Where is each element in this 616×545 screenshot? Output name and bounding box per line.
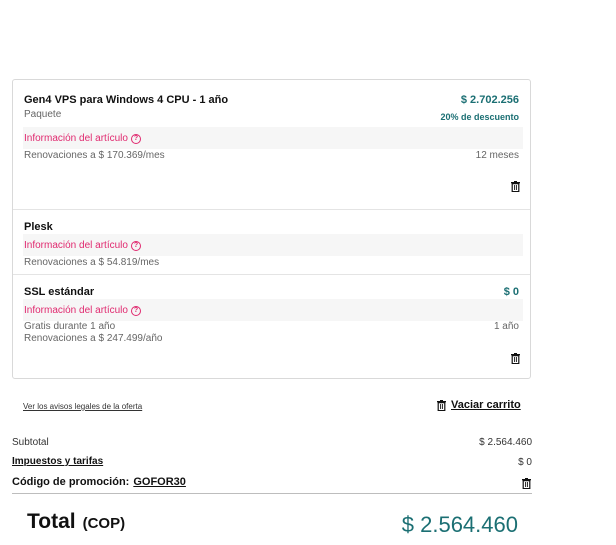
- item-price: $ 0: [503, 286, 519, 298]
- item-info-link[interactable]: Información del artículo ?: [24, 305, 141, 316]
- item-term: 1 año: [493, 321, 519, 332]
- item-info-link[interactable]: Información del artículo ?: [24, 240, 141, 251]
- trash-icon[interactable]: [511, 353, 520, 364]
- item-subtitle: Paquete: [24, 109, 62, 120]
- item-divider: [13, 274, 530, 275]
- item-divider: [13, 209, 530, 210]
- trash-icon: [437, 399, 446, 411]
- empty-cart-label[interactable]: Vaciar carrito: [451, 399, 521, 411]
- item-info-link[interactable]: Información del artículo ?: [24, 133, 141, 144]
- discount-badge: 20% de descuento: [440, 112, 519, 122]
- summary-divider: [12, 493, 532, 494]
- item-info-label[interactable]: Información del artículo: [24, 240, 128, 251]
- subtotal-value: $ 2.564.460: [479, 437, 532, 448]
- item-renewal: Renovaciones a $ 170.369/mes: [24, 150, 165, 161]
- question-circle-icon: ?: [130, 133, 141, 144]
- promo-code-row: Código de promoción: GOFOR30: [12, 476, 186, 488]
- subtotal-label: Subtotal: [12, 437, 49, 448]
- trash-icon[interactable]: [522, 478, 531, 489]
- item-price: $ 2.702.256: [460, 94, 519, 106]
- total-heading: Total (COP): [27, 510, 125, 534]
- item-renewal: Renovaciones a $ 54.819/mes: [24, 257, 160, 268]
- taxes-fees-link[interactable]: Impuestos y tarifas: [12, 456, 103, 467]
- item-term: 12 meses: [475, 150, 519, 161]
- item-name: SSL estándar: [24, 286, 95, 298]
- item-info-label[interactable]: Información del artículo: [24, 133, 128, 144]
- total-label: Total: [27, 510, 76, 533]
- promo-code-label: Código de promoción:: [12, 476, 130, 488]
- item-info-label[interactable]: Información del artículo: [24, 305, 128, 316]
- taxes-value: $ 0: [518, 457, 532, 468]
- total-value: $ 2.564.460: [401, 512, 518, 537]
- empty-cart-button[interactable]: Vaciar carrito: [437, 399, 521, 411]
- trash-icon[interactable]: [511, 181, 520, 192]
- legal-notices-link[interactable]: Ver los avisos legales de la oferta: [23, 402, 142, 411]
- question-circle-icon: ?: [130, 240, 141, 251]
- total-currency: (COP): [82, 515, 126, 532]
- item-name: Gen4 VPS para Windows 4 CPU - 1 año: [24, 94, 229, 106]
- item-free-note: Gratis durante 1 año: [24, 321, 116, 332]
- question-circle-icon: ?: [130, 305, 141, 316]
- cart-items-card: Gen4 VPS para Windows 4 CPU - 1 año Paqu…: [12, 79, 531, 379]
- item-name: Plesk: [24, 221, 53, 233]
- item-renewal: Renovaciones a $ 247.499/año: [24, 333, 163, 344]
- promo-code-value[interactable]: GOFOR30: [133, 476, 186, 488]
